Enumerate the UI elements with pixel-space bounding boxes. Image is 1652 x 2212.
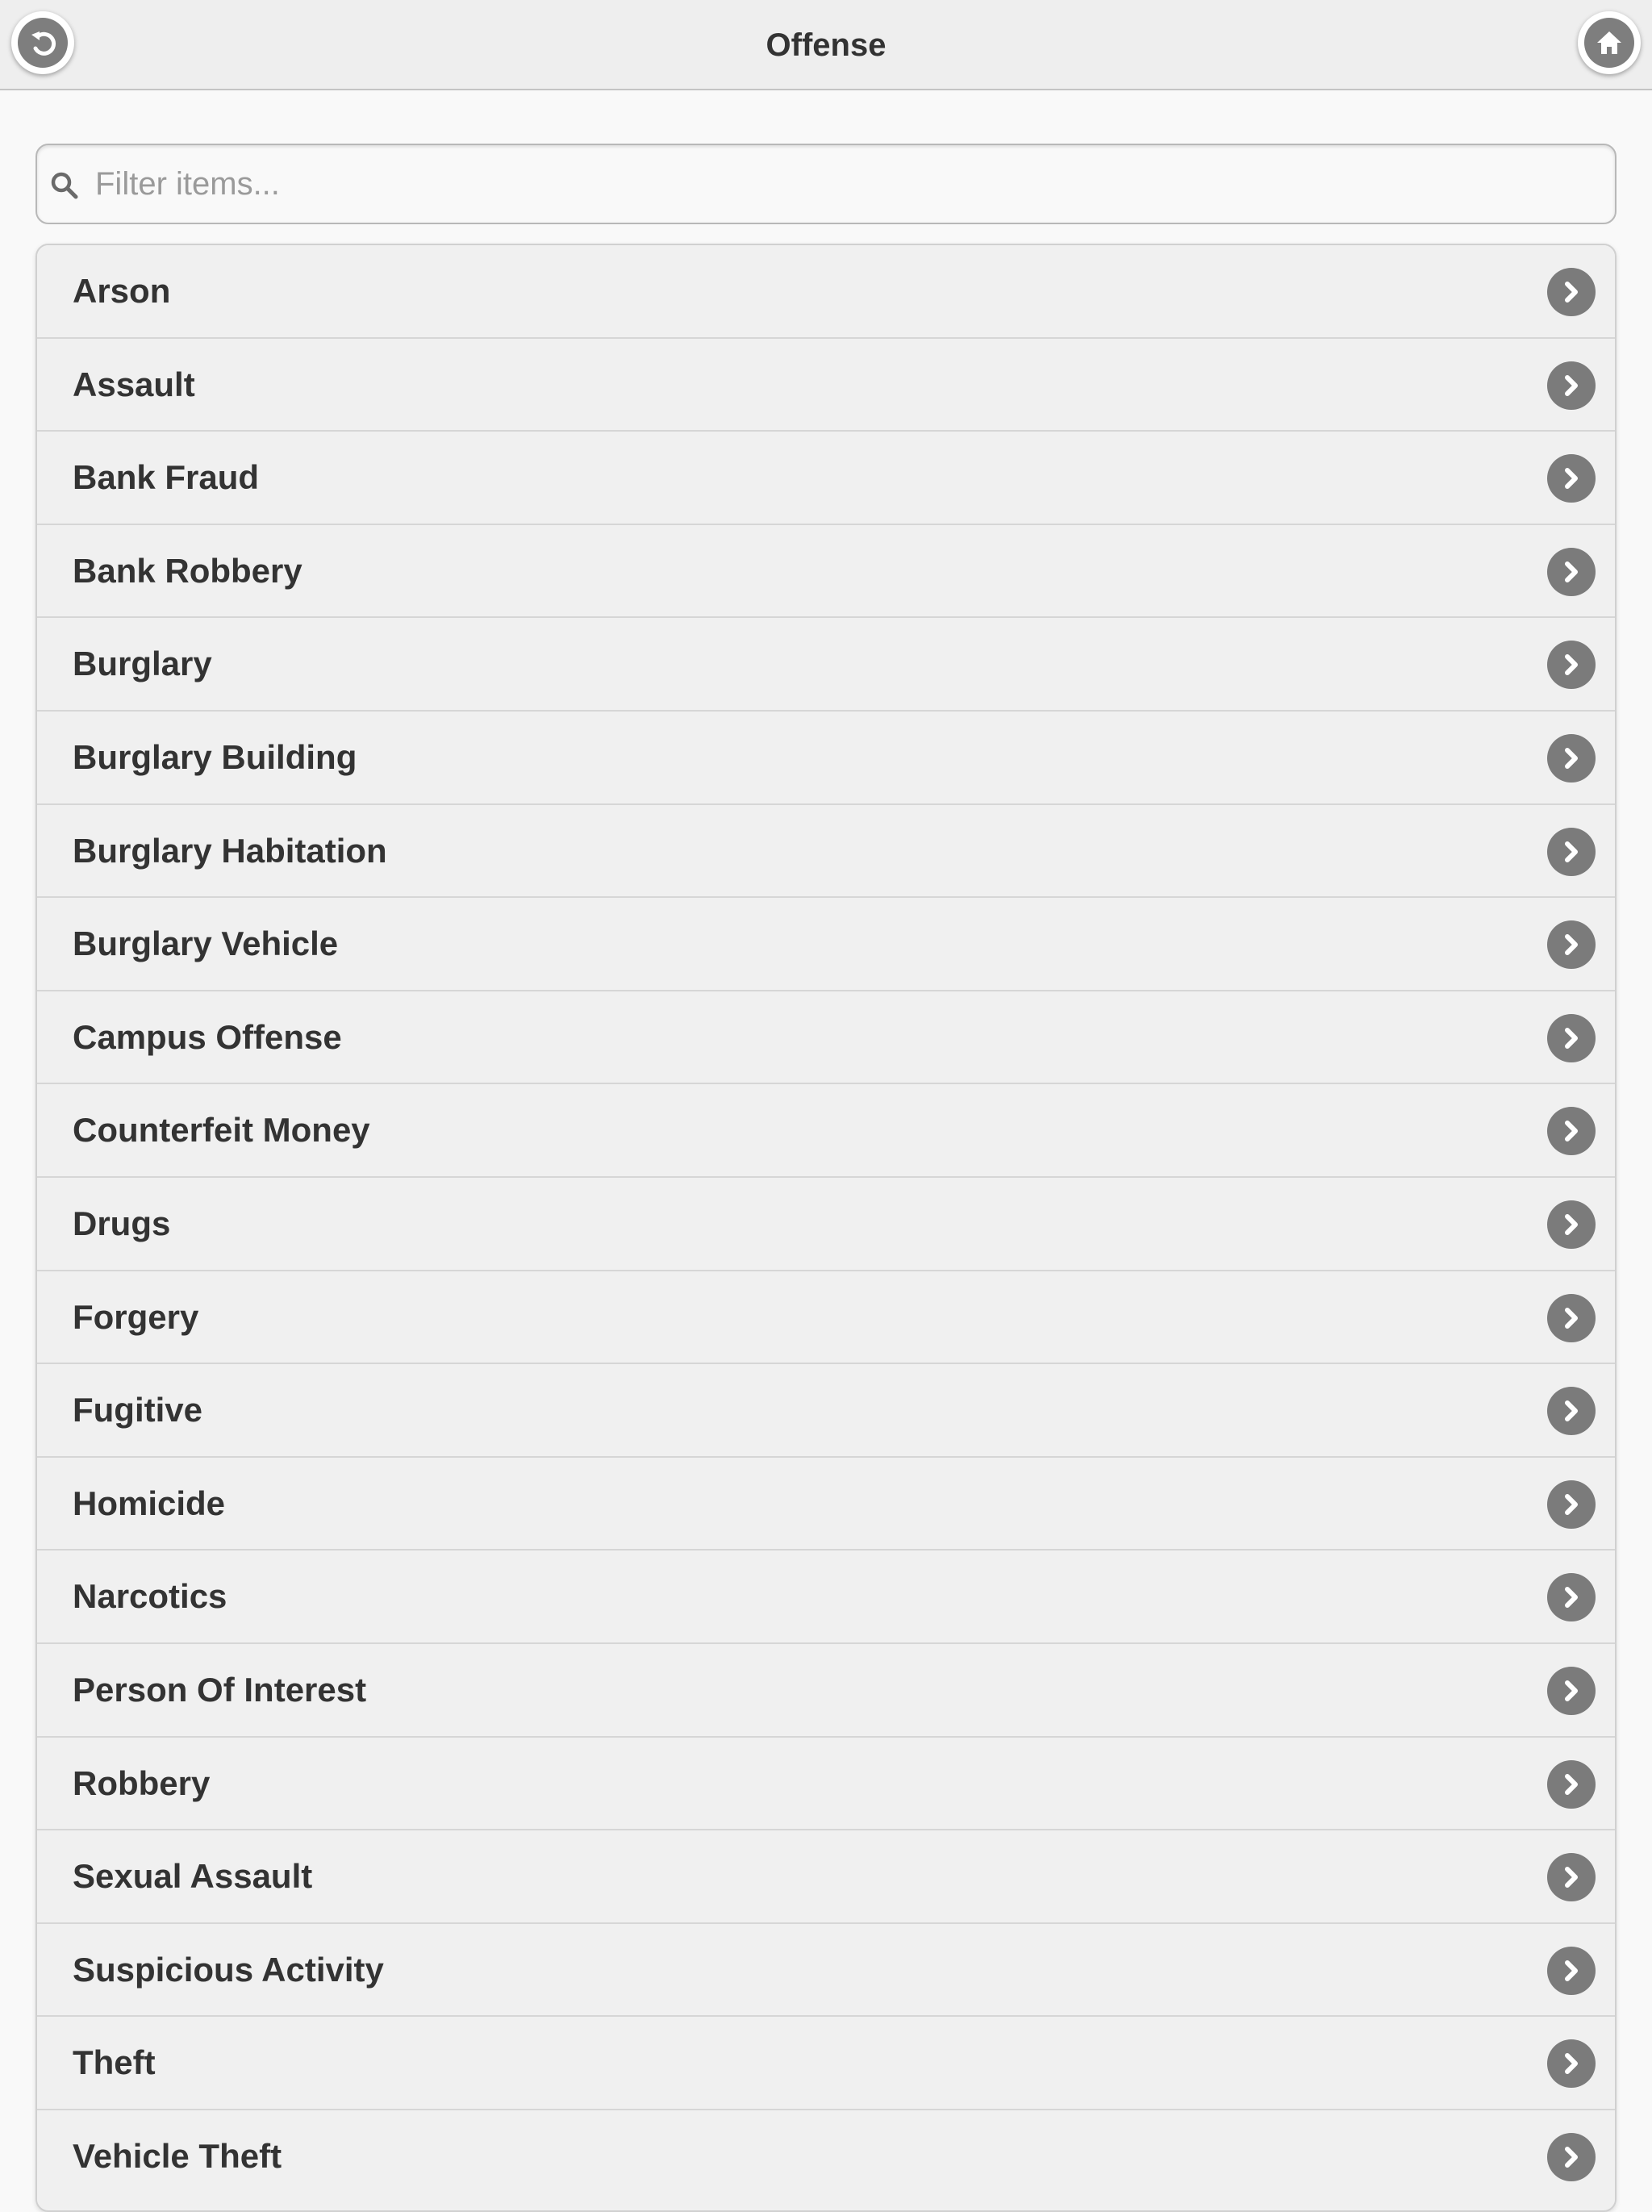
search-input[interactable] bbox=[58, 145, 1558, 223]
list-item[interactable]: Burglary Building bbox=[37, 711, 1615, 805]
list-item-label: Arson bbox=[73, 272, 171, 310]
list-item[interactable]: Burglary Vehicle bbox=[37, 898, 1615, 991]
header-bar: Offense bbox=[0, 0, 1652, 90]
chevron-right-icon bbox=[1547, 920, 1596, 970]
chevron-right-icon bbox=[1547, 827, 1596, 876]
home-button[interactable] bbox=[1578, 11, 1641, 74]
list-item[interactable]: Vehicle Theft bbox=[37, 2110, 1615, 2204]
list-item[interactable]: Burglary Habitation bbox=[37, 804, 1615, 899]
chevron-right-icon bbox=[1547, 733, 1596, 783]
list-item-label: Vehicle Theft bbox=[73, 2136, 282, 2175]
home-icon bbox=[1584, 18, 1634, 68]
list-item-label: Bank Fraud bbox=[73, 458, 260, 497]
offense-list: Arson Assault Bank Fraud Bank Robbery Burgla… bbox=[35, 244, 1617, 2212]
list-item-label: Burglary bbox=[73, 645, 212, 683]
chevron-right-icon bbox=[1547, 1666, 1596, 1715]
list-item-label: Theft bbox=[73, 2043, 156, 2082]
list-item-label: Forgery bbox=[73, 1297, 199, 1336]
list-item-label: Homicide bbox=[73, 1484, 226, 1522]
chevron-right-icon bbox=[1547, 268, 1596, 316]
list-item-label: Drugs bbox=[73, 1204, 171, 1242]
chevron-right-icon bbox=[1547, 1853, 1596, 1902]
list-item-label: Burglary Habitation bbox=[73, 831, 387, 870]
list-item[interactable]: Narcotics bbox=[37, 1550, 1615, 1644]
list-item[interactable]: Burglary bbox=[37, 618, 1615, 712]
chevron-right-icon bbox=[1547, 1200, 1596, 1249]
chevron-right-icon bbox=[1547, 1387, 1596, 1436]
list-item[interactable]: Bank Fraud bbox=[37, 432, 1615, 525]
list-item[interactable]: Suspicious Activity bbox=[37, 1923, 1615, 2018]
list-item-label: Fugitive bbox=[73, 1391, 203, 1429]
list-item-label: Campus Offense bbox=[73, 1017, 342, 1056]
chevron-right-icon bbox=[1547, 547, 1596, 596]
list-item[interactable]: Counterfeit Money bbox=[37, 1084, 1615, 1178]
chevron-right-icon bbox=[1547, 2039, 1596, 2089]
list-item-label: Bank Robbery bbox=[73, 551, 302, 590]
list-item-label: Narcotics bbox=[73, 1577, 227, 1616]
list-item-label: Person Of Interest bbox=[73, 1670, 367, 1709]
list-item[interactable]: Arson bbox=[37, 245, 1615, 339]
chevron-right-icon bbox=[1547, 1107, 1596, 1156]
list-item[interactable]: Forgery bbox=[37, 1271, 1615, 1365]
list-item-label: Suspicious Activity bbox=[73, 1950, 384, 1989]
list-item-label: Robbery bbox=[73, 1763, 211, 1802]
list-item[interactable]: Homicide bbox=[37, 1457, 1615, 1551]
list-item-label: Counterfeit Money bbox=[73, 1111, 370, 1150]
list-item[interactable]: Sexual Assault bbox=[37, 1830, 1615, 1924]
list-item[interactable]: Assault bbox=[37, 338, 1615, 432]
chevron-right-icon bbox=[1547, 1013, 1596, 1062]
list-item[interactable]: Drugs bbox=[37, 1177, 1615, 1271]
chevron-right-icon bbox=[1547, 1573, 1596, 1622]
chevron-right-icon bbox=[1547, 361, 1596, 410]
list-item[interactable]: Bank Robbery bbox=[37, 524, 1615, 619]
chevron-right-icon bbox=[1547, 1759, 1596, 1809]
chevron-right-icon bbox=[1547, 1946, 1596, 1995]
list-item[interactable]: Robbery bbox=[37, 1737, 1615, 1831]
chevron-right-icon bbox=[1547, 1293, 1596, 1342]
list-item-label: Burglary Vehicle bbox=[73, 924, 339, 963]
list-item[interactable]: Fugitive bbox=[37, 1364, 1615, 1458]
search-box[interactable] bbox=[35, 144, 1617, 224]
chevron-right-icon bbox=[1547, 641, 1596, 690]
list-item[interactable]: Theft bbox=[37, 2017, 1615, 2110]
list-item-label: Assault bbox=[73, 365, 195, 403]
page-title: Offense bbox=[766, 27, 886, 63]
list-item[interactable]: Person Of Interest bbox=[37, 1643, 1615, 1738]
chevron-right-icon bbox=[1547, 1480, 1596, 1529]
chevron-right-icon bbox=[1547, 454, 1596, 503]
chevron-right-icon bbox=[1547, 2132, 1596, 2181]
list-item[interactable]: Campus Offense bbox=[37, 991, 1615, 1085]
list-item-label: Burglary Building bbox=[73, 737, 357, 776]
list-item-label: Sexual Assault bbox=[73, 1857, 313, 1896]
